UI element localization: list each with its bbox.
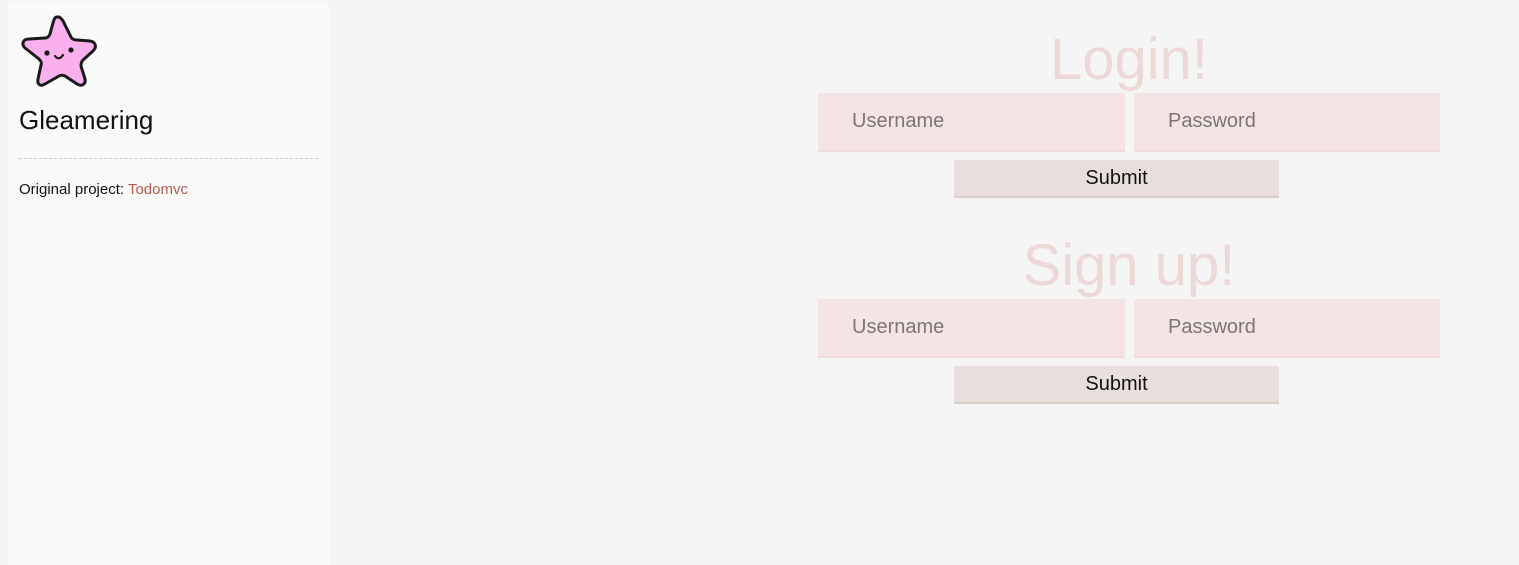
signup-fields bbox=[818, 299, 1440, 358]
login-password-input[interactable] bbox=[1134, 93, 1440, 152]
original-project-label: Original project: bbox=[19, 181, 128, 198]
signup-password-input[interactable] bbox=[1134, 299, 1440, 358]
app-name: Gleamering bbox=[19, 105, 154, 135]
signup-username-input[interactable] bbox=[818, 299, 1125, 358]
login-username-input[interactable] bbox=[818, 93, 1125, 152]
login-fields bbox=[818, 93, 1440, 152]
login-title: Login! bbox=[1049, 27, 1209, 92]
sidebar-divider bbox=[19, 158, 318, 159]
login-form: Login! Submit bbox=[818, 27, 1440, 198]
login-submit-button[interactable]: Submit bbox=[954, 160, 1279, 198]
star-mascot-icon bbox=[21, 15, 97, 87]
signup-submit-button[interactable]: Submit bbox=[954, 366, 1279, 404]
signup-title: Sign up! bbox=[1022, 233, 1236, 298]
signup-form: Sign up! Submit bbox=[818, 233, 1440, 404]
sidebar: Gleamering Original project: Todomvc bbox=[8, 3, 329, 565]
todomvc-link[interactable]: Todomvc bbox=[128, 181, 188, 198]
original-project-line: Original project: Todomvc bbox=[19, 181, 318, 198]
